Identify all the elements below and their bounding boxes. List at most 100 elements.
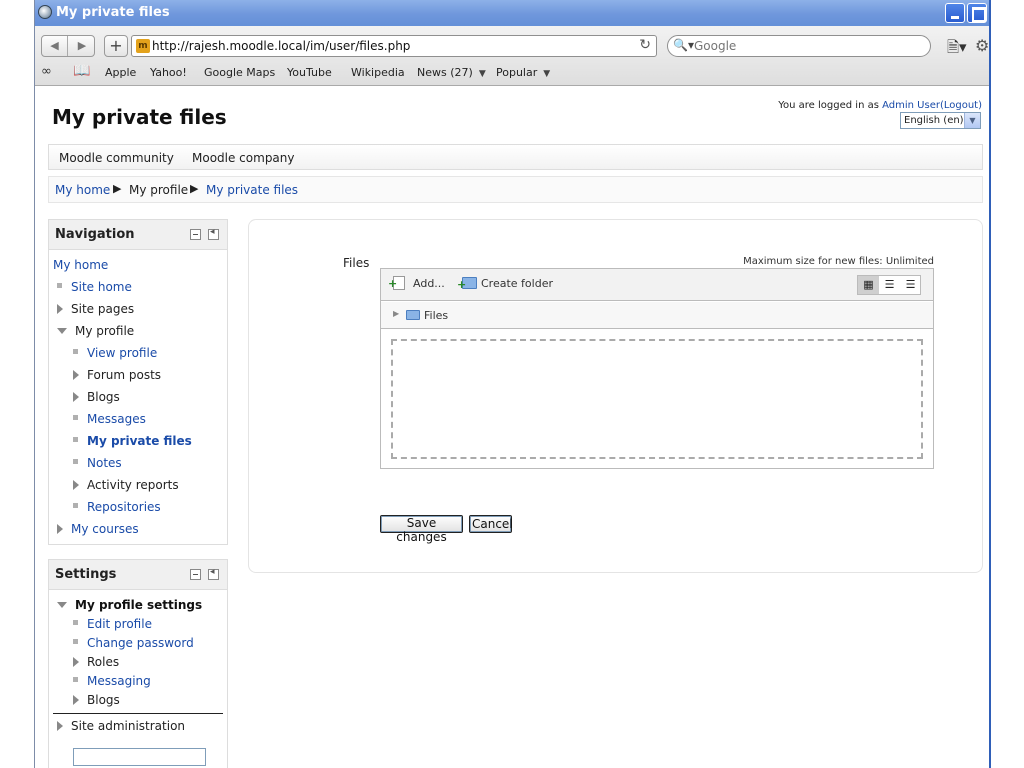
cancel-button[interactable]: Cancel <box>469 515 513 533</box>
bullet-icon <box>73 620 78 625</box>
reading-glasses-icon[interactable]: ∞ <box>41 64 52 79</box>
maximize-button[interactable] <box>967 3 987 23</box>
add-file-button[interactable]: Add... <box>388 276 445 290</box>
address-bar[interactable]: m http://rajesh.moodle.local/im/user/fil… <box>131 35 657 57</box>
tree-item[interactable]: Blogs <box>73 390 120 404</box>
minimize-button[interactable] <box>945 3 965 23</box>
tree-item[interactable]: My profile settings <box>57 598 202 612</box>
bookmark-folder-popular[interactable]: Popular ▼ <box>496 66 550 79</box>
tree-item[interactable]: Change password <box>73 636 194 650</box>
tree-item-label[interactable]: My private files <box>87 434 192 448</box>
bookmark-item[interactable]: Wikipedia <box>351 66 405 79</box>
tree-item-label[interactable]: My profile settings <box>75 598 202 612</box>
bookmarks-book-icon[interactable]: 📖 <box>73 63 90 79</box>
view-tree-icon[interactable]: ☰ <box>900 276 921 294</box>
bookmark-item[interactable]: Google Maps <box>204 66 275 79</box>
folder-icon <box>406 310 420 320</box>
save-changes-button[interactable]: Save changes <box>380 515 463 544</box>
files-label: Files <box>343 256 370 270</box>
hide-block-icon[interactable] <box>190 569 201 580</box>
tree-item[interactable]: Activity reports <box>73 478 179 492</box>
file-manager: Add... Create folder ▦ ☰ ☰ ▶ Files <box>380 268 934 469</box>
tree-item-label: Blogs <box>87 390 120 404</box>
tree-item-label[interactable]: Messaging <box>87 674 151 688</box>
folder-add-icon <box>457 276 477 291</box>
tree-item-label[interactable]: Repositories <box>87 500 161 514</box>
tree-item[interactable]: My profile <box>57 324 134 338</box>
custom-menu-bar: Moodle community Moodle company <box>48 144 983 170</box>
reload-icon[interactable]: ↻ <box>639 37 651 53</box>
dock-block-icon[interactable] <box>208 227 219 240</box>
dock-block-icon[interactable] <box>208 567 219 580</box>
breadcrumb-my-private-files[interactable]: My private files <box>206 183 298 197</box>
address-url[interactable]: http://rajesh.moodle.local/im/user/files… <box>152 39 410 53</box>
tree-item[interactable]: Blogs <box>73 693 120 707</box>
navigation-block-title: Navigation <box>55 227 135 242</box>
chevron-down-icon: ▼ <box>478 69 486 79</box>
tree-item-label[interactable]: My home <box>53 258 108 272</box>
file-drop-zone[interactable] <box>391 339 923 459</box>
view-list-icon[interactable]: ☰ <box>879 276 900 294</box>
bookmark-item[interactable]: Apple <box>105 66 136 79</box>
bullet-icon <box>73 677 78 682</box>
page-title: My private files <box>52 105 227 129</box>
tree-item[interactable]: Messages <box>73 412 146 426</box>
settings-search-input[interactable] <box>73 748 206 766</box>
tree-item-label[interactable]: Notes <box>87 456 122 470</box>
moodle-page: My private files You are logged in as Ad… <box>35 87 989 768</box>
tree-item-label[interactable]: Site home <box>71 280 132 294</box>
logout-link[interactable]: (Logout) <box>940 100 982 111</box>
language-select[interactable]: English (en) ▼ <box>900 112 981 129</box>
tree-item[interactable]: My courses <box>57 522 139 536</box>
breadcrumb-my-home[interactable]: My home <box>55 183 110 197</box>
view-icons-icon[interactable]: ▦ <box>858 276 879 294</box>
tree-item-label[interactable]: Change password <box>87 636 194 650</box>
file-path-bar: ▶ Files <box>381 302 933 329</box>
tree-item-label[interactable]: Messages <box>87 412 146 426</box>
tree-item-label[interactable]: View profile <box>87 346 157 360</box>
tree-item[interactable]: Site home <box>57 280 132 294</box>
expand-arrow-icon[interactable]: ▶ <box>393 309 399 318</box>
menu-item-moodle-community[interactable]: Moodle community <box>59 151 174 165</box>
tree-item[interactable]: Forum posts <box>73 368 161 382</box>
tree-item-label[interactable]: Edit profile <box>87 617 152 631</box>
menu-item-moodle-company[interactable]: Moodle company <box>192 151 295 165</box>
tree-item[interactable]: Notes <box>73 456 122 470</box>
search-field[interactable]: 🔍▾ <box>667 35 931 57</box>
bookmark-item[interactable]: Yahoo! <box>150 66 187 79</box>
tree-item-label[interactable]: My courses <box>71 522 139 536</box>
bullet-icon <box>73 503 78 508</box>
tree-item[interactable]: My home <box>53 258 108 272</box>
settings-block-title: Settings <box>55 567 117 582</box>
back-arrow-icon[interactable]: ◀ <box>42 36 68 56</box>
page-menu-icon[interactable]: 🗎▾ <box>947 37 967 62</box>
user-link[interactable]: Admin User <box>882 100 940 111</box>
create-folder-button[interactable]: Create folder <box>457 276 553 291</box>
bookmark-folder-label: News (27) <box>417 66 473 79</box>
tree-item[interactable]: Roles <box>73 655 119 669</box>
bookmark-item[interactable]: YouTube <box>287 66 332 79</box>
bullet-icon <box>73 459 78 464</box>
gear-icon[interactable]: ⚙ <box>975 36 989 55</box>
tree-item[interactable]: Edit profile <box>73 617 152 631</box>
settings-block: Settings My profile settings Edit profile… <box>48 559 228 768</box>
bookmark-folder-news[interactable]: News (27) ▼ <box>417 66 486 79</box>
hide-block-icon[interactable] <box>190 229 201 240</box>
tree-item[interactable]: Site administration <box>57 719 185 733</box>
add-bookmark-button[interactable]: + <box>104 35 128 57</box>
breadcrumb-separator-icon: ▶ <box>113 182 122 195</box>
search-input[interactable] <box>692 38 922 54</box>
tree-item-label: Forum posts <box>87 368 162 382</box>
forward-arrow-icon[interactable]: ▶ <box>69 36 95 56</box>
path-root-label[interactable]: Files <box>424 309 448 322</box>
tree-item[interactable]: View profile <box>73 346 157 360</box>
browser-window: My private files ◀ ▶ + m http://rajesh.m… <box>34 0 991 768</box>
tree-item[interactable]: Messaging <box>73 674 151 688</box>
safari-app-icon <box>38 5 52 19</box>
settings-block-header: Settings <box>49 560 227 590</box>
breadcrumb: My home ▶ My profile ▶ My private files <box>48 176 983 203</box>
tree-item[interactable]: Repositories <box>73 500 161 514</box>
tree-item[interactable]: My private files <box>73 434 192 448</box>
tree-item[interactable]: Site pages <box>57 302 134 316</box>
moodle-favicon-icon: m <box>136 39 150 53</box>
